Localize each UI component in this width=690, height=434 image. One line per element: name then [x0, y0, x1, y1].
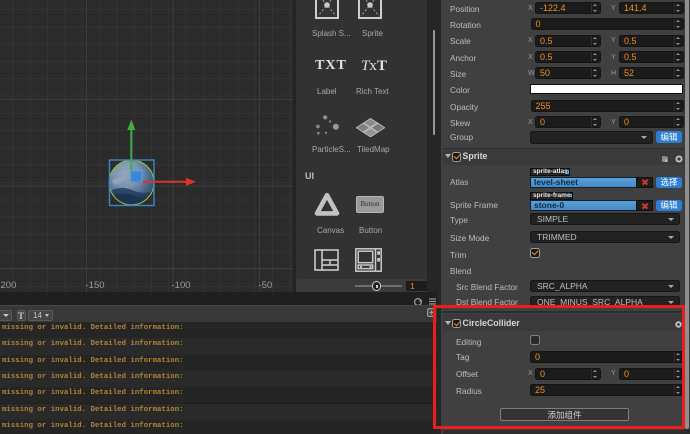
svg-text:-50: -50 [259, 280, 273, 291]
svg-text:200: 200 [1, 280, 17, 291]
svg-text:-150: -150 [86, 280, 105, 291]
svg-text:-100: -100 [172, 280, 191, 291]
